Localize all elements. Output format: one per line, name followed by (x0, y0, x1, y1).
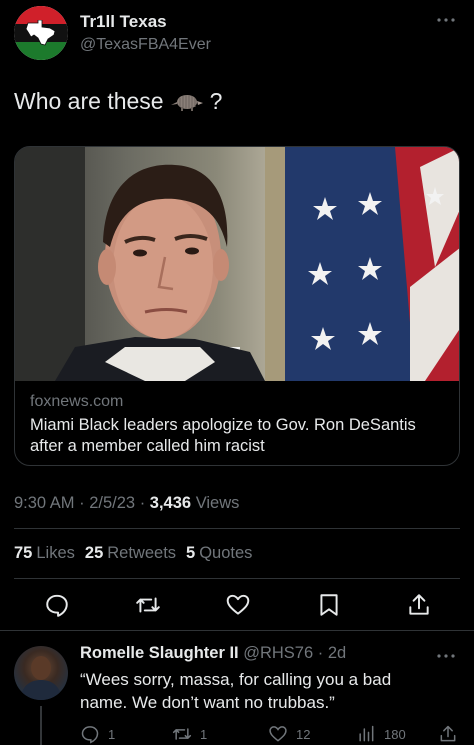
news-photo (15, 147, 459, 381)
share-icon[interactable] (406, 592, 432, 618)
reply-more-options-icon[interactable] (434, 650, 458, 662)
bookmark-icon[interactable] (316, 592, 342, 618)
quotes-stat[interactable]: 5 Quotes (186, 544, 252, 563)
more-options-icon[interactable] (434, 14, 458, 26)
reply-author-handle[interactable]: @RHS76 (243, 644, 313, 662)
author-handle[interactable]: @TexasFBA4Ever (80, 36, 211, 54)
tweet-time[interactable]: 9:30 AM (14, 494, 75, 512)
retweet-icon[interactable] (172, 724, 192, 744)
reply-age[interactable]: 2d (328, 644, 346, 662)
divider (14, 578, 460, 579)
reply-like-count: 12 (296, 726, 311, 742)
tweet-text-suffix: ? (209, 88, 223, 114)
like-icon[interactable] (225, 592, 251, 618)
man-portrait (55, 164, 265, 381)
likes-stat[interactable]: 75 Likes (14, 544, 75, 563)
author-display-name[interactable]: Tr1ll Texas (80, 12, 167, 32)
tweet-date[interactable]: 2/5/23 (89, 494, 135, 512)
reply-text: “Wees sorry, massa, for calling you a ba… (80, 670, 392, 712)
card-domain[interactable]: foxnews.com (30, 393, 445, 411)
separator-dot: · (139, 494, 150, 512)
american-flag (285, 147, 459, 381)
tweet-header: Tr1ll Texas @TexasFBA4Ever (14, 6, 460, 66)
tweet-action-bar (44, 592, 432, 620)
engagement-stats: 75 Likes 25 Retweets 5 Quotes (14, 544, 252, 563)
like-icon[interactable] (268, 724, 288, 744)
reply-retweet-action[interactable]: 1 (172, 724, 207, 744)
tweet-text-body: Who are these (14, 88, 164, 114)
reply-icon[interactable] (44, 592, 70, 618)
views-label: Views (195, 494, 240, 512)
tweet-timestamp: 9:30 AM · 2/5/23 · 3,436 Views (14, 494, 239, 513)
reply-share-action[interactable] (438, 724, 458, 744)
divider (0, 630, 474, 631)
share-icon[interactable] (438, 724, 458, 744)
reply-action-bar: 1 1 12 180 (80, 724, 458, 744)
retweets-stat[interactable]: 25 Retweets (85, 544, 176, 563)
card-title[interactable]: Miami Black leaders apologize to Gov. Ro… (30, 415, 445, 457)
reply-views-count: 180 (384, 726, 406, 742)
author-avatar[interactable] (14, 6, 68, 60)
reply-author-name[interactable]: Romelle Slaughter II (80, 644, 239, 662)
reply-tweet[interactable]: Romelle Slaughter II @RHS76 · 2d “Wees s… (14, 640, 460, 745)
retweet-icon[interactable] (135, 592, 161, 618)
link-card[interactable]: foxnews.com Miami Black leaders apologiz… (14, 146, 460, 466)
thread-line (40, 706, 42, 745)
tweet-text: Who are these ? (14, 88, 222, 115)
reply-like-action[interactable]: 12 (268, 724, 310, 744)
reply-icon[interactable] (80, 724, 100, 744)
reply-reply-action[interactable]: 1 (80, 724, 115, 744)
card-meta: foxnews.com Miami Black leaders apologiz… (30, 393, 445, 457)
reply-author-avatar[interactable] (14, 646, 68, 700)
reply-views-action[interactable]: 180 (356, 724, 406, 744)
reply-retweet-count: 1 (200, 726, 208, 742)
views-chart-icon[interactable] (356, 724, 376, 744)
reply-reply-count: 1 (108, 726, 116, 742)
texas-shape-icon (26, 20, 56, 46)
divider (14, 528, 460, 529)
card-image[interactable] (15, 147, 459, 381)
separator-dot: · (79, 494, 90, 512)
armadillo-emoji-icon (170, 94, 203, 111)
reply-author-line: Romelle Slaughter II @RHS76 · 2d (80, 644, 347, 662)
views-count: 3,436 (149, 494, 192, 512)
